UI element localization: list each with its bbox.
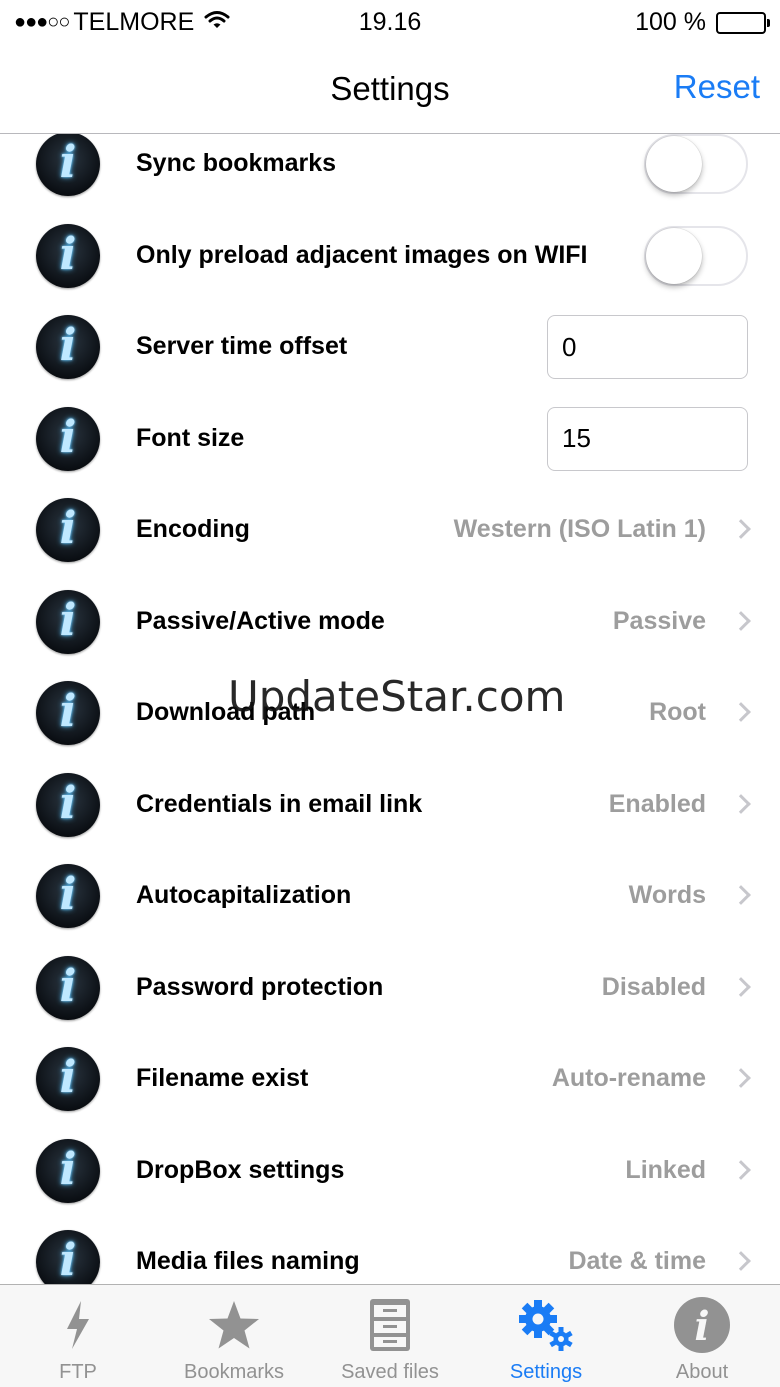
toggle-knob (646, 227, 702, 284)
chevron-right-icon (731, 1068, 751, 1088)
chevron-right-icon (731, 702, 751, 722)
tab-label: FTP (59, 1361, 97, 1383)
info-icon[interactable]: i (36, 955, 100, 1020)
setting-label: DropBox settings (136, 1155, 345, 1184)
setting-value: Auto-rename (551, 1064, 706, 1092)
info-icon[interactable]: i (36, 1138, 100, 1203)
tab-bookmarks[interactable]: Bookmarks (156, 1285, 312, 1387)
settings-row[interactable]: i DropBox settings Linked (0, 1125, 780, 1217)
gears-icon (468, 1295, 624, 1355)
settings-row: i Font size 15 (0, 393, 780, 485)
chevron-right-icon (731, 793, 751, 814)
setting-label: Sync bookmarks (136, 149, 337, 177)
setting-label: Encoding (136, 515, 250, 543)
svg-text:i: i (694, 1303, 709, 1350)
info-icon: i (624, 1295, 780, 1355)
file-cabinet-icon (312, 1295, 468, 1355)
tab-label: Saved files (341, 1361, 439, 1383)
settings-row[interactable]: i Password protection Disabled (0, 942, 780, 1034)
settings-row[interactable]: i Media files naming Date & time (0, 1216, 780, 1284)
battery-icon (716, 11, 770, 34)
setting-label: Password protection (136, 972, 384, 1001)
chevron-right-icon (731, 610, 751, 631)
setting-label: Font size (136, 423, 245, 452)
info-icon[interactable]: i (36, 681, 100, 745)
info-icon[interactable]: i (36, 498, 100, 562)
setting-value: Enabled (608, 789, 706, 818)
setting-value: Root (649, 698, 706, 726)
tab-bar: FTP Bookmarks Saved files Settings i About (0, 1284, 780, 1387)
info-icon[interactable]: i (36, 223, 100, 288)
text-field[interactable]: 0 (547, 315, 748, 379)
tab-label: Bookmarks (183, 1361, 285, 1383)
status-bar: ●●●○○ TELMORE 19.16 100 % (0, 0, 780, 44)
setting-label: Only preload adjacent images on WIFI (136, 240, 588, 269)
setting-label: Server time offset (136, 332, 348, 360)
chevron-right-icon (731, 976, 751, 997)
chevron-right-icon (731, 885, 751, 905)
setting-value: Linked (625, 1155, 706, 1184)
setting-value: Disabled (601, 972, 706, 1001)
settings-row[interactable]: i Credentials in email link Enabled (0, 759, 780, 851)
tab-settings[interactable]: Settings (468, 1285, 624, 1387)
tab-label: Settings (509, 1361, 583, 1383)
info-icon[interactable]: i (36, 772, 100, 837)
settings-row: i Only preload adjacent images on WIFI (0, 210, 780, 302)
info-icon[interactable]: i (36, 315, 100, 379)
tab-label: About (675, 1361, 729, 1383)
setting-label: Passive/Active mode (136, 606, 385, 635)
watermark: UpdateStar.com (228, 672, 566, 721)
page-title: Settings (330, 70, 450, 107)
info-icon[interactable]: i (36, 589, 100, 654)
info-icon[interactable]: i (36, 1230, 100, 1284)
setting-value: Date & time (568, 1247, 706, 1275)
star-icon (156, 1295, 312, 1355)
reset-button[interactable]: Reset (674, 68, 760, 106)
settings-row[interactable]: i Passive/Active mode Passive (0, 576, 780, 668)
settings-row: i Server time offset 0 (0, 301, 780, 393)
tab-ftp[interactable]: FTP (0, 1285, 156, 1387)
setting-label: Media files naming (136, 1247, 360, 1275)
info-icon[interactable]: i (36, 406, 100, 471)
chevron-right-icon (731, 519, 751, 539)
lightning-icon (0, 1295, 156, 1355)
setting-label: Filename exist (136, 1064, 309, 1092)
info-icon[interactable]: i (36, 1047, 100, 1111)
settings-row[interactable]: i Encoding Western (ISO Latin 1) (0, 484, 780, 576)
setting-value: Western (ISO Latin 1) (453, 515, 706, 543)
info-icon[interactable]: i (36, 134, 100, 196)
setting-label: Autocapitalization (136, 881, 352, 909)
info-icon[interactable]: i (36, 864, 100, 928)
tab-about[interactable]: i About (624, 1285, 780, 1387)
settings-row[interactable]: i Filename exist Auto-rename (0, 1033, 780, 1125)
text-field[interactable]: 15 (547, 406, 748, 471)
setting-value: Words (628, 881, 706, 909)
setting-label: Credentials in email link (136, 789, 423, 818)
chevron-right-icon (731, 1251, 751, 1271)
setting-value: Passive (612, 606, 706, 635)
battery-percent: 100 % (635, 8, 706, 36)
toggle-switch[interactable] (644, 134, 748, 194)
navigation-bar: Settings Reset (0, 44, 780, 134)
battery-info: 100 % (635, 8, 770, 37)
settings-row: i Sync bookmarks (0, 134, 780, 210)
toggle-knob (646, 136, 702, 192)
chevron-right-icon (731, 1159, 751, 1180)
tab-saved-files[interactable]: Saved files (312, 1285, 468, 1387)
toggle-switch[interactable] (644, 225, 748, 286)
settings-row[interactable]: i Autocapitalization Words (0, 850, 780, 942)
